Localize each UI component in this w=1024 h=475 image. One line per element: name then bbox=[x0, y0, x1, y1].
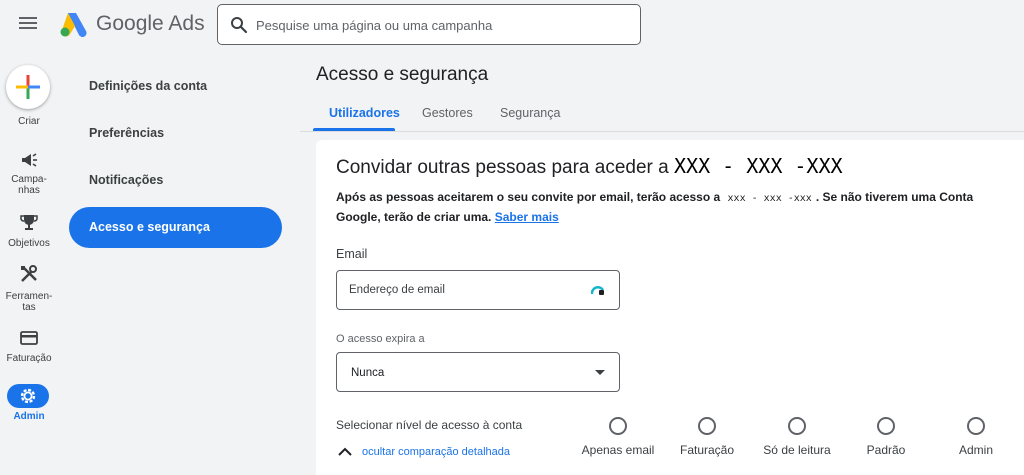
dropdown-arrow-icon bbox=[595, 370, 605, 375]
description-text: Após as pessoas aceitarem o seu convite … bbox=[336, 190, 721, 204]
campaigns-label-1: Campa- bbox=[11, 174, 47, 185]
campaigns-label-2: nhas bbox=[18, 185, 40, 196]
navigation-rail: Criar Campa- nhas Objetivos Ferramen- ta… bbox=[0, 50, 58, 475]
expiry-value: Nunca bbox=[351, 367, 385, 379]
chevron-up-icon bbox=[338, 447, 352, 456]
search-icon bbox=[231, 17, 248, 34]
expiry-label: O acesso expira a bbox=[336, 333, 425, 345]
tools-icon[interactable] bbox=[19, 264, 39, 284]
radio-label-admin: Admin bbox=[958, 443, 994, 457]
subnav-item-access-security[interactable]: Acesso e segurança bbox=[69, 207, 282, 248]
trophy-icon[interactable] bbox=[19, 212, 39, 232]
megaphone-icon[interactable] bbox=[19, 150, 39, 170]
plus-icon bbox=[16, 75, 40, 99]
google-ads-logo bbox=[60, 13, 87, 37]
radio-email-only[interactable] bbox=[609, 417, 627, 435]
objectives-label: Objetivos bbox=[8, 238, 50, 249]
menu-icon[interactable] bbox=[15, 14, 41, 34]
radio-label-billing: Faturação bbox=[679, 443, 735, 457]
billing-label: Faturação bbox=[6, 353, 52, 364]
access-level-label: Selecionar nível de acesso à conta bbox=[336, 418, 523, 432]
tools-label-2: tas bbox=[22, 302, 36, 313]
subnav-item-label: Acesso e segurança bbox=[89, 220, 210, 234]
radio-admin[interactable] bbox=[967, 417, 985, 435]
email-label: Email bbox=[336, 247, 368, 261]
subnav-item-account-settings[interactable]: Definições da conta bbox=[89, 79, 207, 93]
description-account-id: xxx - xxx -xxx bbox=[727, 193, 812, 204]
gear-icon bbox=[20, 388, 36, 404]
invite-title-text: Convidar outras pessoas para aceder a bbox=[336, 157, 669, 178]
email-field[interactable] bbox=[336, 270, 620, 310]
password-manager-icon[interactable] bbox=[591, 284, 605, 296]
tab-security[interactable]: Segurança bbox=[500, 106, 560, 120]
expiry-select[interactable]: Nunca bbox=[336, 352, 620, 392]
active-tab-indicator bbox=[313, 128, 395, 131]
radio-standard[interactable] bbox=[877, 417, 895, 435]
subnav-item-notifications[interactable]: Notificações bbox=[89, 173, 163, 187]
admin-label: Admin bbox=[13, 411, 45, 422]
tools-label-1: Ferramen- bbox=[5, 291, 53, 302]
invite-description: Após as pessoas aceitarem o seu convite … bbox=[336, 188, 1008, 226]
email-input[interactable] bbox=[349, 281, 569, 299]
tab-bar: Utilizadores Gestores Segurança bbox=[300, 96, 1024, 132]
admin-button[interactable] bbox=[7, 384, 49, 408]
credit-card-icon[interactable] bbox=[19, 328, 39, 348]
learn-more-link[interactable]: Saber mais bbox=[495, 210, 559, 224]
create-button[interactable] bbox=[6, 65, 50, 109]
radio-label-standard: Padrão bbox=[866, 443, 906, 457]
radio-read-only[interactable] bbox=[788, 417, 806, 435]
hide-comparison-text: ocultar comparação detalhada bbox=[362, 446, 510, 458]
radio-label-email-only: Apenas email bbox=[581, 443, 655, 457]
top-app-bar: Google Ads bbox=[0, 0, 1024, 50]
search-input[interactable] bbox=[256, 13, 626, 37]
create-label: Criar bbox=[18, 116, 40, 127]
subnav-item-preferences[interactable]: Preferências bbox=[89, 126, 164, 140]
radio-label-read-only: Só de leitura bbox=[763, 443, 831, 457]
invite-card: Convidar outras pessoas para aceder a XX… bbox=[316, 140, 1024, 475]
account-id: XXX - XXX -XXX bbox=[673, 154, 843, 178]
invite-title: Convidar outras pessoas para aceder a XX… bbox=[336, 154, 843, 179]
radio-billing[interactable] bbox=[698, 417, 716, 435]
tab-users[interactable]: Utilizadores bbox=[329, 106, 400, 120]
brand-name: Google Ads bbox=[96, 12, 205, 35]
search-bar[interactable] bbox=[217, 4, 641, 45]
page-title: Acesso e segurança bbox=[316, 64, 489, 85]
tab-managers[interactable]: Gestores bbox=[422, 106, 473, 120]
